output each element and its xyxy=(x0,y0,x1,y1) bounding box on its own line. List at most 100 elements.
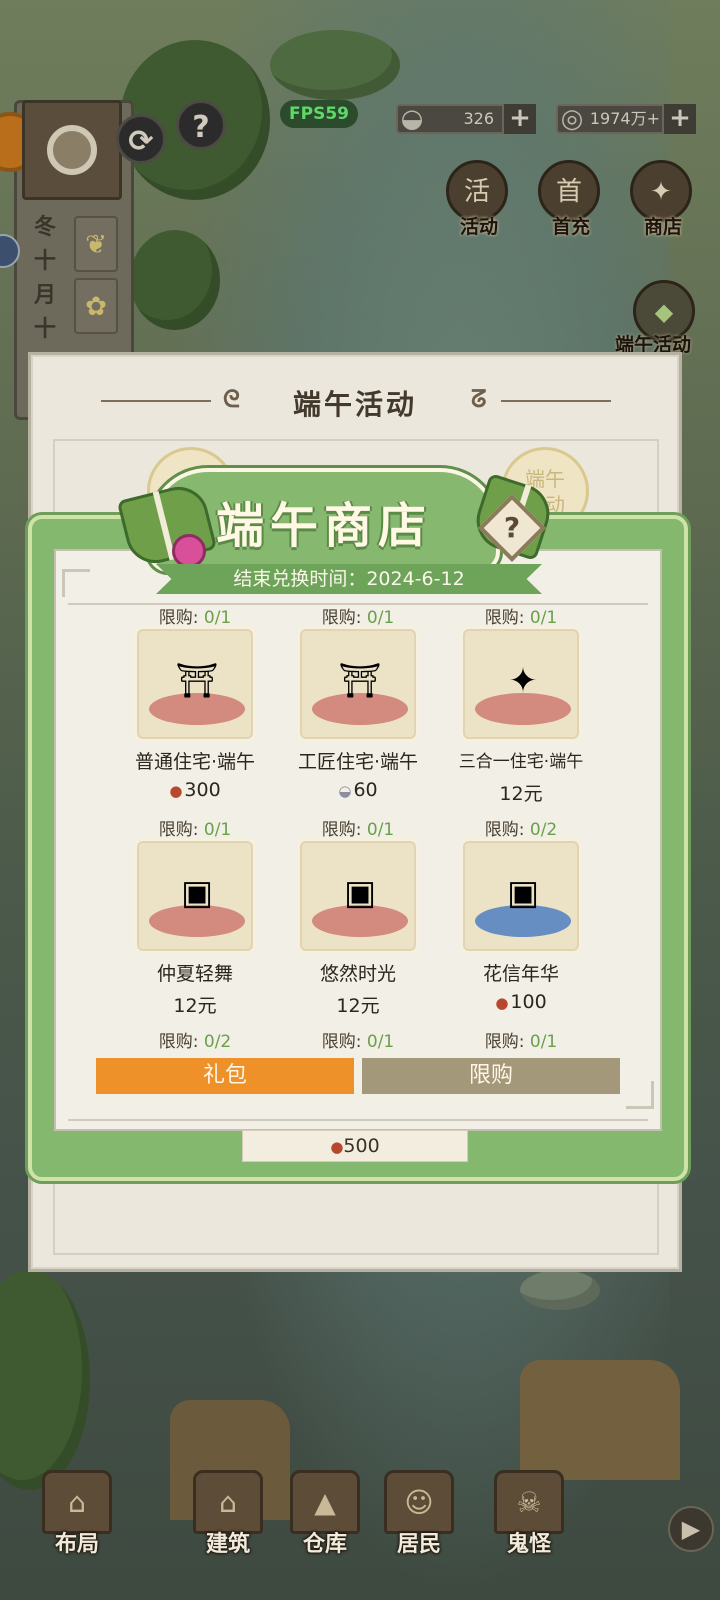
shop-item[interactable]: 限购: 0/1 xyxy=(278,1027,438,1057)
divider xyxy=(68,1119,648,1121)
item-price: ● 100 xyxy=(495,991,547,1013)
purchase-limit: 限购: 0/2 xyxy=(158,1032,232,1052)
store-label: 商店 xyxy=(643,216,682,238)
nav-label: 鬼怪 xyxy=(506,1531,551,1557)
sun-icon xyxy=(47,125,97,175)
first-recharge-button[interactable]: 首 首充 xyxy=(532,160,610,240)
ghost-icon: ☠ xyxy=(494,1470,564,1534)
store-button[interactable]: ✦ 商店 xyxy=(624,160,702,240)
nav-label: 建筑 xyxy=(205,1531,250,1557)
purchase-limit: 限购: 0/1 xyxy=(321,820,395,840)
nav-label: 仓库 xyxy=(302,1531,347,1557)
shop-tabs: 礼包 限购 xyxy=(96,1058,620,1094)
shop-item[interactable]: 限购: 0/1 ✦ 三合一住宅·端午 12元 xyxy=(441,603,601,805)
item-image: ▣ xyxy=(137,841,253,951)
shop-item[interactable]: 限购: 0/1 ▣ 悠然时光 12元 xyxy=(278,815,438,1017)
resident-icon: ☺ xyxy=(384,1470,454,1534)
corner-ornament xyxy=(62,569,90,597)
item-name: 三合一住宅·端午 xyxy=(458,752,584,772)
question-icon: ? xyxy=(503,511,521,544)
end-time-ribbon: 结束兑换时间：2024-6-12 xyxy=(156,564,542,594)
event-title: 端午活动 xyxy=(292,388,417,421)
tab-gift-pack[interactable]: 礼包 xyxy=(96,1058,354,1094)
warehouse-icon: ▲ xyxy=(290,1470,360,1534)
treasure-chest-icon: ▣ xyxy=(506,873,540,913)
silver-value: 326 xyxy=(463,109,494,128)
silver-ingot-icon: ◒ xyxy=(338,782,352,800)
currency-balance: ●500 xyxy=(242,1130,468,1162)
dragon-boat-event-button[interactable]: ◆ 端午活动 xyxy=(615,280,720,360)
first-recharge-label: 首充 xyxy=(551,216,590,238)
sachet-icon xyxy=(172,534,206,568)
coin-bag-icon: ● xyxy=(169,782,183,800)
item-price: 12元 xyxy=(173,995,217,1017)
item-image: ▣ xyxy=(463,841,579,951)
next-arrow-icon[interactable]: ▶ xyxy=(668,1506,714,1552)
season-char: 冬 xyxy=(33,214,56,240)
day-char: 十 xyxy=(33,316,56,342)
shop-item[interactable]: 限购: 0/1 ⛩ 普通住宅·端午 ● 300 xyxy=(115,603,275,803)
month-char: 月 xyxy=(33,282,56,308)
house-icon: ⛩ xyxy=(338,661,382,701)
coin-bag-icon: ● xyxy=(330,1138,344,1156)
bottom-nav: ⌂ 布局 ⌂ 建筑 ▲ 仓库 ☺ 居民 ☠ 鬼怪 xyxy=(0,1440,720,1600)
purchase-limit: 限购: 0/1 xyxy=(158,608,232,628)
tree xyxy=(130,230,220,330)
help-button[interactable]: ? xyxy=(176,100,226,150)
purchase-limit: 限购: 0/2 xyxy=(484,820,558,840)
coin-bag-icon: ● xyxy=(495,994,509,1012)
nav-label: 居民 xyxy=(396,1531,441,1557)
nav-building[interactable]: ⌂ 建筑 xyxy=(183,1470,273,1600)
coin-value: 1974万+ xyxy=(589,109,660,128)
bag-icon: ✦ xyxy=(508,661,538,701)
item-price: 12元 xyxy=(499,783,543,805)
coin-counter: ◎ 1974万+ + xyxy=(556,104,696,134)
nav-warehouse[interactable]: ▲ 仓库 xyxy=(280,1470,370,1600)
purchase-limit: 限购: 0/1 xyxy=(158,820,232,840)
month-char: 十 xyxy=(33,248,56,274)
nav-residents[interactable]: ☺ 居民 xyxy=(374,1470,464,1600)
coin-icon: ◎ xyxy=(560,104,584,134)
activity-button[interactable]: 活 活动 xyxy=(440,160,518,240)
item-name: 花信年华 xyxy=(482,963,559,985)
treasure-chest-icon: ▣ xyxy=(180,873,214,913)
shop-item[interactable]: 限购: 0/1 ⛩ 工匠住宅·端午 ◒ 60 xyxy=(278,603,438,803)
purchase-limit: 限购: 0/1 xyxy=(484,1032,558,1052)
nav-layout[interactable]: ⌂ 布局 xyxy=(32,1470,122,1600)
house-icon: ⛩ xyxy=(175,661,219,701)
refresh-icon[interactable]: ⟳ xyxy=(116,114,166,164)
shop-item[interactable]: 限购: 0/2 xyxy=(115,1027,275,1057)
item-image: ⛩ xyxy=(137,629,253,739)
nav-label: 布局 xyxy=(54,1531,99,1557)
item-price: 12元 xyxy=(336,995,380,1017)
shop-item[interactable]: 限购: 0/1 xyxy=(441,1027,601,1057)
crop-icon: ❦ xyxy=(74,216,118,272)
swirl-ornament-icon: ᘔ xyxy=(471,385,487,413)
balance-value: 500 xyxy=(343,1135,380,1157)
silver-ingot-icon: ◒ xyxy=(400,104,424,134)
fps-counter: FPS59 xyxy=(280,100,358,128)
nav-ghosts[interactable]: ☠ 鬼怪 xyxy=(484,1470,574,1600)
silver-counter: ◒ 326 + xyxy=(396,104,536,134)
corner-ornament xyxy=(626,1081,654,1109)
activity-label: 活动 xyxy=(459,216,498,238)
tree xyxy=(520,1270,600,1310)
season-date: 冬 十 月 十 xyxy=(22,210,68,350)
building-icon: ⌂ xyxy=(193,1470,263,1534)
tab-limited[interactable]: 限购 xyxy=(362,1058,620,1094)
shop-item[interactable]: 限购: 0/2 ▣ 花信年华 ● 100 xyxy=(441,815,601,1015)
event-title-row: ᘓ 端午活动 ᘔ xyxy=(31,379,679,423)
item-price: ● 300 xyxy=(169,779,221,801)
layout-icon: ⌂ xyxy=(42,1470,112,1534)
add-coins-button[interactable]: + xyxy=(662,104,696,134)
purchase-limit: 限购: 0/1 xyxy=(484,608,558,628)
corn-icon: ✿ xyxy=(74,278,118,334)
shop-item[interactable]: 限购: 0/1 ▣ 仲夏轻舞 12元 xyxy=(115,815,275,1017)
item-image: ▣ xyxy=(300,841,416,951)
treasure-chest-icon: ▣ xyxy=(343,873,377,913)
item-price: ◒ 60 xyxy=(338,779,378,801)
add-silver-button[interactable]: + xyxy=(502,104,536,134)
purchase-limit: 限购: 0/1 xyxy=(321,608,395,628)
item-image: ✦ xyxy=(463,629,579,739)
weather-box[interactable] xyxy=(22,100,122,200)
